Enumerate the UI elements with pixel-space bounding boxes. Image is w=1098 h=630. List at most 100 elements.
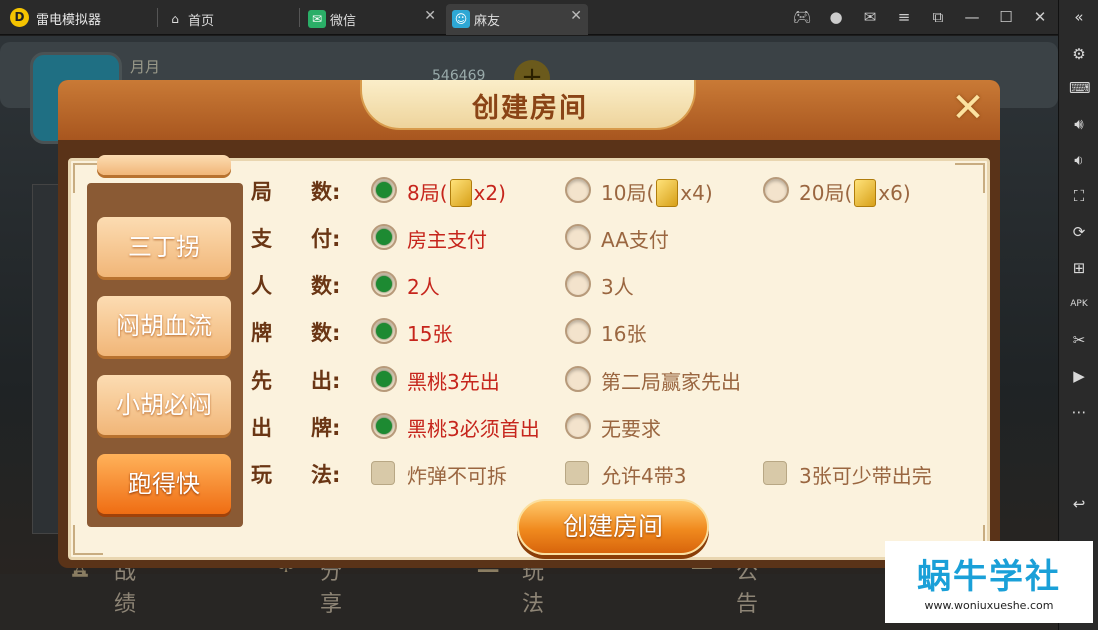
create-room-button[interactable]: 创建房间 (517, 499, 709, 555)
add-app-icon[interactable]: ⊞ (1069, 258, 1089, 278)
option-label: 3人 (601, 271, 634, 300)
option-label: 2人 (407, 271, 440, 300)
mode-button-sandingguai[interactable]: 三丁拐 (97, 217, 231, 277)
title-plate: 创建房间 (360, 80, 696, 130)
scissors-icon[interactable]: ✂ (1069, 330, 1089, 350)
radio-option[interactable]: 无要求 (565, 411, 755, 441)
tab-wechat-label: 微信 (330, 14, 357, 29)
option-label: 8局(x2) (407, 177, 506, 209)
radio-option[interactable]: 黑桃3先出 (371, 364, 561, 394)
maximize-icon[interactable]: ☐ (996, 7, 1016, 27)
row-label: 牌 数: (251, 317, 361, 347)
row-label: 先 出: (251, 365, 361, 395)
mode-button-xiaohu-bimen[interactable]: 小胡必闷 (97, 375, 231, 435)
mode-button-menhu-xueliu[interactable]: 闷胡血流 (97, 296, 231, 356)
option-label: 炸弹不可拆 (407, 460, 507, 489)
option-label: 第二局赢家先出 (601, 366, 741, 395)
room-card-icon (854, 178, 877, 207)
mode-button-paodekuai[interactable]: 跑得快 (97, 454, 231, 514)
dialog-body: 三丁拐 闷胡血流 小胡必闷 跑得快 局数: 8局(x2) 10局(x4) 20局(x6… (68, 155, 990, 560)
row-label-char: 玩 (251, 463, 272, 487)
tab-wechat[interactable]: ✉ 微信 ✕ (302, 4, 442, 35)
tab-home[interactable]: ⌂ 首页 (160, 4, 298, 35)
minimize-icon[interactable]: — (962, 7, 982, 27)
radio-unselected-icon[interactable] (565, 271, 591, 297)
restore-icon[interactable]: ⧉ (928, 7, 948, 27)
radio-option[interactable]: 黑桃3必须首出 (371, 411, 561, 441)
radio-option[interactable]: 16张 (565, 316, 755, 346)
radio-unselected-icon[interactable] (565, 177, 591, 203)
video-icon[interactable]: ▶ (1069, 366, 1089, 386)
row-label: 玩 法: (251, 459, 361, 489)
option-text: 黑桃3先出 (407, 370, 500, 394)
radio-selected-icon[interactable] (371, 318, 397, 344)
mode-button-hidden[interactable] (97, 155, 231, 175)
radio-option[interactable]: 3人 (565, 269, 755, 299)
checkbox-icon[interactable] (565, 461, 589, 485)
radio-unselected-icon[interactable] (565, 366, 591, 392)
tab-mayou[interactable]: ☺ 麻友 ✕ (446, 4, 588, 35)
apk-icon[interactable]: APK (1069, 294, 1089, 314)
radio-unselected-icon[interactable] (565, 413, 591, 439)
radio-option[interactable]: 2人 (371, 269, 561, 299)
radio-option[interactable]: 8局(x2) (371, 175, 561, 207)
screenshot-icon[interactable]: ⛶ (1069, 186, 1089, 206)
radio-unselected-icon[interactable] (565, 318, 591, 344)
tab-separator (299, 8, 300, 27)
radio-option[interactable]: 20局(x6) (763, 175, 953, 207)
option-multiplier: x6) (878, 181, 911, 205)
option-label: 20局(x6) (799, 177, 911, 209)
checkbox-option[interactable]: 3张可少带出完 (763, 458, 953, 488)
checkbox-option[interactable]: 炸弹不可拆 (371, 458, 561, 488)
radio-unselected-icon[interactable] (565, 224, 591, 250)
volume-down-icon[interactable]: 🔉︎ (1069, 150, 1089, 170)
close-tab-icon[interactable]: ✕ (424, 8, 436, 24)
home-icon: ⌂ (171, 12, 179, 26)
radio-selected-icon[interactable] (371, 271, 397, 297)
settings-icon[interactable]: ⚙ (1069, 44, 1089, 64)
option-label: 15张 (407, 318, 452, 347)
close-tab-icon[interactable]: ✕ (570, 8, 582, 24)
option-text: 16张 (601, 322, 647, 346)
volume-up-icon[interactable]: 🔊︎ (1069, 114, 1089, 134)
radio-selected-icon[interactable] (371, 413, 397, 439)
gamepad-icon[interactable]: 🎮︎ (792, 7, 812, 27)
radio-unselected-icon[interactable] (763, 177, 789, 203)
back-icon[interactable]: ↩ (1069, 494, 1089, 514)
close-icon[interactable]: ✕ (1030, 7, 1050, 27)
option-text: 允许4带3 (601, 464, 687, 488)
option-label: 无要求 (601, 413, 661, 442)
option-text: 3人 (601, 275, 634, 299)
rotate-icon[interactable]: ⟳ (1069, 222, 1089, 242)
row-label-char: 法: (311, 463, 341, 487)
radio-option[interactable]: 房主支付 (371, 222, 561, 252)
account-icon[interactable]: ● (826, 7, 846, 27)
more-icon[interactable]: ⋯ (1069, 402, 1089, 422)
emulator-sidebar: « ⚙ ⌨ 🔊︎ 🔉︎ ⛶ ⟳ ⊞ APK ✂ ▶ ⋯ ↩ (1058, 0, 1098, 630)
checkbox-icon[interactable] (763, 461, 787, 485)
mail-icon[interactable]: ✉ (860, 7, 880, 27)
menu-icon[interactable]: ≡ (894, 7, 914, 27)
radio-selected-icon[interactable] (371, 224, 397, 250)
close-dialog-icon[interactable]: ✕ (948, 88, 988, 128)
radio-option[interactable]: AA支付 (565, 222, 755, 252)
radio-selected-icon[interactable] (371, 177, 397, 203)
option-label: 10局( x4) (601, 177, 713, 209)
collapse-icon[interactable]: « (1069, 7, 1089, 27)
checkbox-icon[interactable] (371, 461, 395, 485)
radio-selected-icon[interactable] (371, 366, 397, 392)
tab-home-label: 首页 (188, 14, 215, 29)
radio-option[interactable]: 15张 (371, 316, 561, 346)
radio-option[interactable]: 10局( x4) (565, 175, 755, 207)
row-label-char: 人 (251, 274, 272, 298)
checkbox-option[interactable]: 允许4带3 (565, 458, 755, 488)
keyboard-icon[interactable]: ⌨ (1069, 78, 1091, 98)
player-nickname: 月月 (130, 58, 161, 76)
emulator-title-bar: D 雷电模拟器 ⌂ 首页 ✉ 微信 ✕ ☺ 麻友 ✕ 🎮︎ ● ✉ ≡ ⧉ — … (0, 0, 1098, 35)
option-text: 10局( (601, 181, 655, 205)
row-label-char: 数: (311, 180, 341, 204)
radio-option[interactable]: 第二局赢家先出 (565, 364, 755, 394)
option-multiplier: x4) (680, 181, 713, 205)
row-label-char: 数: (311, 321, 341, 345)
row-label-char: 牌 (251, 321, 272, 345)
